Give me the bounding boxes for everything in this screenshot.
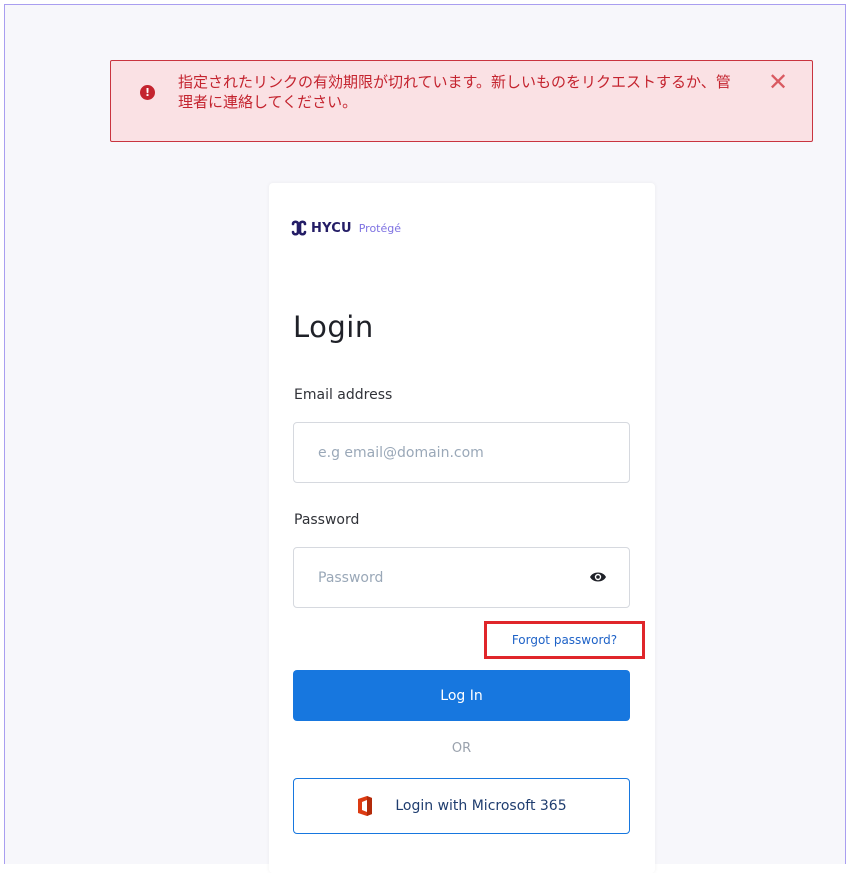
eye-icon[interactable] [589, 570, 607, 584]
microsoft-login-button[interactable]: Login with Microsoft 365 [293, 778, 630, 834]
page-title: Login [293, 310, 374, 344]
logo-brand: HYCU [311, 220, 352, 236]
or-divider: OR [451, 741, 472, 756]
office-icon [358, 796, 373, 816]
hycu-logo-icon [291, 220, 307, 236]
login-button[interactable]: Log In [293, 670, 630, 721]
close-icon[interactable]: ✕ [766, 70, 790, 94]
login-card: HYCU Protégé Login Email address Passwor… [269, 183, 655, 873]
forgot-password-highlight: Forgot password? [484, 621, 645, 659]
email-label: Email address [294, 387, 393, 403]
logo: HYCU Protégé [291, 219, 401, 237]
password-field[interactable] [293, 547, 630, 608]
exclamation-circle-icon: ! [140, 85, 155, 100]
logo-product: Protégé [358, 221, 402, 235]
microsoft-login-label: Login with Microsoft 365 [395, 798, 567, 814]
password-label: Password [294, 512, 360, 528]
error-alert: ! 指定されたリンクの有効期限が切れています。新しいものをリクエストするか、管理… [110, 60, 813, 142]
email-field[interactable] [293, 422, 630, 483]
alert-message: 指定されたリンクの有効期限が切れています。新しいものをリクエストするか、管理者に… [178, 73, 731, 111]
forgot-password-link[interactable]: Forgot password? [512, 633, 617, 647]
page-frame: ! 指定されたリンクの有効期限が切れています。新しいものをリクエストするか、管理… [4, 4, 846, 873]
